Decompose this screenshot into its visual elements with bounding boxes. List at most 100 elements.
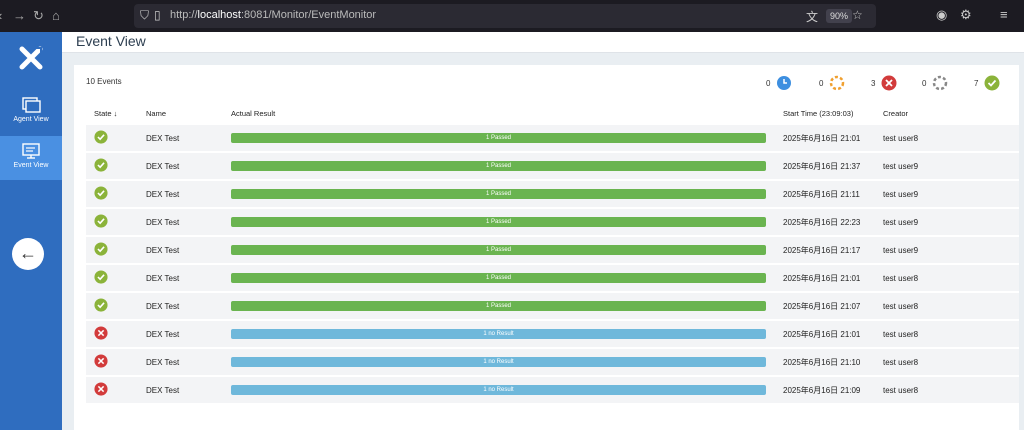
start-time-cell: 2025年6月16日 22:23 bbox=[783, 207, 883, 236]
result-bar[interactable]: 1 Passed bbox=[231, 273, 766, 283]
creator-cell: test user8 bbox=[883, 291, 1019, 320]
header: Event View bbox=[62, 32, 1024, 53]
sidebar-item-label: Event View bbox=[13, 162, 49, 169]
passed-check-icon bbox=[94, 270, 108, 284]
result-bar[interactable]: 1 Passed bbox=[231, 301, 766, 311]
creator-cell: test user8 bbox=[883, 263, 1019, 292]
name-cell: DEX Test bbox=[146, 235, 231, 264]
passed-check-icon bbox=[94, 158, 108, 172]
header-result[interactable]: Actual Result bbox=[231, 103, 783, 124]
table-row[interactable]: DEX Test 1 no Result 2025年6月16日 21:09 test … bbox=[86, 375, 1019, 403]
state-cell bbox=[86, 291, 146, 320]
state-cell bbox=[86, 207, 146, 236]
star-icon[interactable]: ☆ bbox=[852, 8, 863, 22]
creator-cell: test user9 bbox=[883, 151, 1019, 180]
translate-icon[interactable]: 文 bbox=[806, 8, 818, 25]
name-cell: DEX Test bbox=[146, 151, 231, 180]
shield-icon[interactable]: ⛉ bbox=[140, 8, 149, 23]
name-cell: DEX Test bbox=[146, 263, 231, 292]
table-row[interactable]: DEX Test 1 Passed 2025年6月16日 21:01 test use… bbox=[86, 123, 1019, 152]
address-bar[interactable]: ⛉ ▯ http://localhost:8081/Monitor/EventM… bbox=[134, 4, 876, 28]
running-spinner-orange-icon bbox=[829, 75, 845, 91]
passed-check-icon bbox=[94, 214, 108, 228]
result-bar[interactable]: 1 Passed bbox=[231, 133, 766, 143]
start-time-cell: 2025年6月16日 21:01 bbox=[783, 123, 883, 152]
event-panel: 10 Events 0 0 3 0 7 State ↓ Name Actual … bbox=[74, 65, 1019, 430]
result-cell: 1 Passed bbox=[231, 123, 783, 152]
name-cell: DEX Test bbox=[146, 179, 231, 208]
start-time-cell: 2025年6月16日 21:01 bbox=[783, 263, 883, 292]
result-cell: 1 Passed bbox=[231, 263, 783, 292]
back-arrow-icon[interactable]: ‹ bbox=[0, 8, 2, 23]
result-bar[interactable]: 1 no Result bbox=[231, 385, 766, 395]
header-creator[interactable]: Creator bbox=[883, 103, 1019, 124]
zoom-level[interactable]: 90% bbox=[826, 9, 853, 23]
creator-cell: test user8 bbox=[883, 375, 1019, 403]
creator-cell: test user8 bbox=[883, 123, 1019, 152]
result-cell: 1 Passed bbox=[231, 151, 783, 180]
result-bar[interactable]: 1 no Result bbox=[231, 357, 766, 367]
arrow-left-icon: ← bbox=[19, 243, 37, 263]
home-icon[interactable]: ⌂ bbox=[52, 8, 60, 23]
result-cell: 1 Passed bbox=[231, 179, 783, 208]
result-bar[interactable]: 1 Passed bbox=[231, 245, 766, 255]
start-time-cell: 2025年6月16日 21:07 bbox=[783, 291, 883, 320]
sort-down-icon[interactable]: ↓ bbox=[114, 109, 118, 118]
result-bar[interactable]: 1 Passed bbox=[231, 189, 766, 199]
passed-check-icon bbox=[94, 186, 108, 200]
passed-check-icon bbox=[94, 298, 108, 312]
name-cell: DEX Test bbox=[146, 291, 231, 320]
table-row[interactable]: DEX Test 1 Passed 2025年6月16日 21:01 test use… bbox=[86, 263, 1019, 292]
page-icon: ▯ bbox=[154, 8, 161, 22]
table-row[interactable]: DEX Test 1 no Result 2025年6月16日 21:01 test … bbox=[86, 319, 1019, 348]
result-cell: 1 Passed bbox=[231, 235, 783, 264]
url-text[interactable]: http://localhost:8081/Monitor/EventMonit… bbox=[170, 9, 376, 21]
table-row[interactable]: DEX Test 1 Passed 2025年6月16日 22:23 test use… bbox=[86, 207, 1019, 236]
sidebar-item-agent-view[interactable]: Agent View bbox=[0, 90, 62, 134]
reload-icon[interactable]: ↻ bbox=[33, 8, 44, 24]
start-time-cell: 2025年6月16日 21:37 bbox=[783, 151, 883, 180]
header-state[interactable]: State ↓ bbox=[86, 103, 146, 124]
name-cell: DEX Test bbox=[146, 319, 231, 348]
result-bar[interactable]: 1 Passed bbox=[231, 217, 766, 227]
header-start-time[interactable]: Start Time (23:09:03) bbox=[783, 103, 883, 124]
table-row[interactable]: DEX Test 1 no Result 2025年6月16日 21:10 test … bbox=[86, 347, 1019, 376]
passed-check-icon bbox=[984, 75, 1000, 91]
result-bar[interactable]: 1 no Result bbox=[231, 329, 766, 339]
failed-x-icon bbox=[881, 75, 897, 91]
state-cell bbox=[86, 179, 146, 208]
state-cell bbox=[86, 123, 146, 152]
state-cell bbox=[86, 375, 146, 403]
event-view-icon bbox=[22, 143, 40, 159]
result-bar[interactable]: 1 Passed bbox=[231, 161, 766, 171]
name-cell: DEX Test bbox=[146, 123, 231, 152]
back-button[interactable]: ← bbox=[12, 238, 44, 270]
header-name[interactable]: Name bbox=[146, 103, 231, 124]
table-row[interactable]: DEX Test 1 Passed 2025年6月16日 21:17 test use… bbox=[86, 235, 1019, 264]
extensions-icon[interactable]: ⚙ bbox=[960, 7, 972, 23]
result-cell: 1 Passed bbox=[231, 291, 783, 320]
creator-cell: test user8 bbox=[883, 319, 1019, 348]
page-title: Event View bbox=[76, 33, 146, 49]
table-row[interactable]: DEX Test 1 Passed 2025年6月16日 21:37 test use… bbox=[86, 151, 1019, 180]
browser-toolbar: ‹ → ↻ ⌂ ⛉ ▯ http://localhost:8081/Monito… bbox=[0, 0, 1024, 32]
pending-clock-icon bbox=[777, 76, 791, 90]
forward-arrow-icon[interactable]: → bbox=[13, 8, 26, 23]
stat-count: 0 bbox=[819, 79, 824, 88]
table-header-row: State ↓ Name Actual Result Start Time (2… bbox=[86, 103, 1019, 124]
result-cell: 1 no Result bbox=[231, 319, 783, 348]
start-time-cell: 2025年6月16日 21:17 bbox=[783, 235, 883, 264]
stat-count: 0 bbox=[922, 79, 927, 88]
account-icon[interactable]: ◉ bbox=[936, 7, 947, 23]
spinner-gray-icon bbox=[932, 75, 948, 91]
start-time-cell: 2025年6月16日 21:11 bbox=[783, 179, 883, 208]
sidebar-item-event-view[interactable]: Event View bbox=[0, 136, 62, 180]
table-row[interactable]: DEX Test 1 Passed 2025年6月16日 21:11 test use… bbox=[86, 179, 1019, 208]
result-cell: 1 Passed bbox=[231, 207, 783, 236]
sidebar-item-label: Agent View bbox=[13, 116, 49, 123]
table-row[interactable]: DEX Test 1 Passed 2025年6月16日 21:07 test use… bbox=[86, 291, 1019, 320]
name-cell: DEX Test bbox=[146, 375, 231, 403]
logo-icon bbox=[19, 46, 43, 70]
passed-check-icon bbox=[94, 130, 108, 144]
menu-icon[interactable]: ≡ bbox=[1000, 7, 1008, 22]
